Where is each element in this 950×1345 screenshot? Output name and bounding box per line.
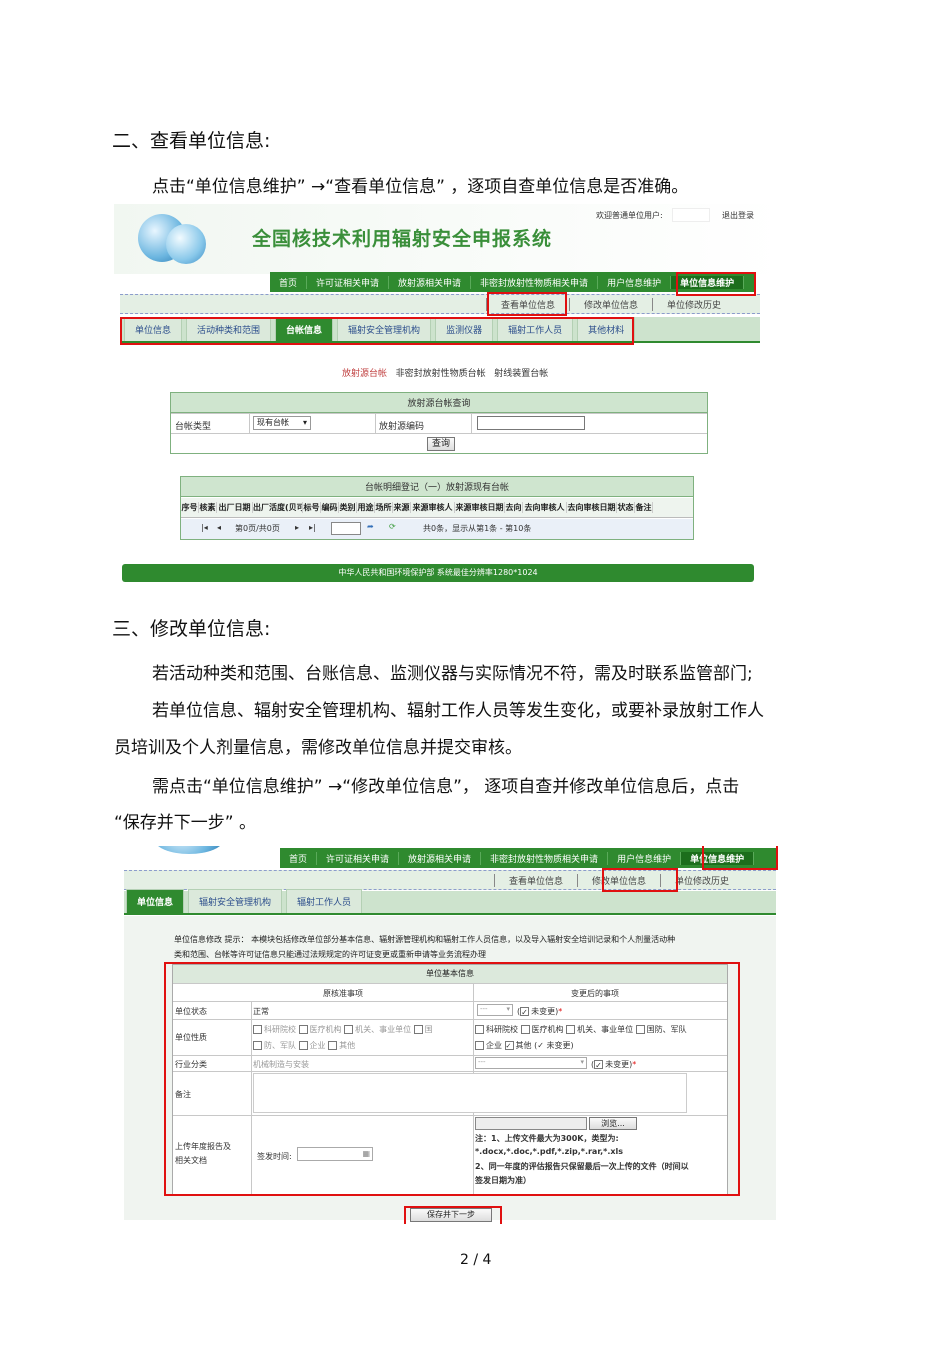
system-header: 全国核技术利用辐射安全申报系统 欢迎普通单位用户: 退出登录 xyxy=(114,204,782,274)
column-header: 序号 xyxy=(181,502,199,513)
sub-nav: 查看单位信息 修改单位信息 单位修改历史 xyxy=(124,870,776,890)
tab-staff[interactable]: 辐射工作人员 xyxy=(286,889,363,913)
nav-license[interactable]: 许可证相关申请 xyxy=(317,851,400,865)
subnav-history[interactable]: 单位修改历史 xyxy=(652,297,735,311)
refresh-icon[interactable]: ⟳ xyxy=(389,522,396,531)
link-device-ledger[interactable]: 射线装置台帐 xyxy=(494,369,548,379)
ledger-type-select[interactable]: 现有台帐 ▾ xyxy=(253,416,311,430)
screenshot-edit-unit-info: 首页 许可证相关申请 放射源相关申请 非密封放射性物质相关申请 用户信息维护 单… xyxy=(114,846,782,1224)
paragraph-edit-3b: “保存并下一步” 。 xyxy=(114,813,257,833)
column-header: 去向审核日期 xyxy=(567,502,617,513)
column-header: 类别 xyxy=(339,502,357,513)
column-header: 状态 xyxy=(617,502,635,513)
column-header: 场所 xyxy=(375,502,393,513)
subnav-edit-unit[interactable]: 修改单位信息 xyxy=(569,297,652,311)
highlight-tabs xyxy=(120,317,634,345)
highlight-save-button xyxy=(404,1206,502,1224)
nav-source[interactable]: 放射源相关申请 xyxy=(389,275,472,289)
welcome-text: 欢迎普通单位用户: xyxy=(596,211,663,220)
go-icon[interactable]: ➦ xyxy=(367,522,374,531)
column-header: 来源 xyxy=(393,502,411,513)
column-header: 标号 xyxy=(303,502,321,513)
paragraph-edit-2b: 员培训及个人剂量信息，需修改单位信息并提交审核。 xyxy=(114,738,522,758)
column-header: 编码 xyxy=(321,502,339,513)
column-header: 核素 xyxy=(199,502,217,513)
nav-unsealed[interactable]: 非密封放射性物质相关申请 xyxy=(481,851,609,865)
link-unsealed-ledger[interactable]: 非密封放射性物质台帐 xyxy=(396,369,486,379)
next-page-icon[interactable]: ▸ xyxy=(295,523,299,532)
ledger-type-value: 现有台帐 xyxy=(257,418,289,427)
link-source-ledger[interactable]: 放射源台帐 xyxy=(342,369,387,379)
logo-globe-icon xyxy=(132,206,216,268)
paragraph-view-instruction: 点击“单位信息维护” →“查看单位信息” ，逐项自查单位信息是否准确。 xyxy=(152,177,689,197)
edit-note-line2: 类和范围、台帐等许可证信息只能通过法规规定的许可证变更或重新申请等业务流程办理 xyxy=(174,950,486,959)
prev-page-icon[interactable]: ◂ xyxy=(217,523,221,532)
ledger-detail-panel: 台帐明细登记（一）放射源现有台帐 序号 核素 出厂日期 出厂活度(贝可) 标号 编码 类别用… xyxy=(180,476,694,540)
nav-source[interactable]: 放射源相关申请 xyxy=(399,851,482,865)
pager-text: 第0页/共0页 xyxy=(235,524,280,533)
tab-safety-org[interactable]: 辐射安全管理机构 xyxy=(188,889,283,913)
column-header: 去向审核人 xyxy=(523,502,567,513)
column-header: 来源审核日期 xyxy=(455,502,505,513)
tab-unit-info[interactable]: 单位信息 xyxy=(126,889,185,913)
source-code-label: 放射源编码 xyxy=(379,422,425,432)
section-heading-view: 二、查看单位信息: xyxy=(112,130,271,152)
ledger-links: 放射源台帐 非密封放射性物质台帐 射线装置台帐 xyxy=(342,366,548,379)
section-heading-edit: 三、修改单位信息: xyxy=(112,618,271,640)
highlight-nav-unit-info xyxy=(676,272,756,296)
screenshot-view-unit-info: 全国核技术利用辐射安全申报系统 欢迎普通单位用户: 退出登录 首页 许可证相关申… xyxy=(114,204,782,593)
query-title: 放射源台帐查询 xyxy=(171,393,707,413)
logo-globe-icon xyxy=(154,846,224,854)
pager-info: 共0条，显示从第1条 - 第10条 xyxy=(423,524,532,533)
nav-unsealed[interactable]: 非密封放射性物质相关申请 xyxy=(471,275,599,289)
info-tabs: 单位信息 辐射安全管理机构 辐射工作人员 xyxy=(124,889,776,915)
column-header: 备注 xyxy=(635,502,653,513)
ledger-type-label: 台帐类型 xyxy=(175,422,212,432)
chevron-down-icon: ▾ xyxy=(302,418,307,427)
nav-user-info[interactable]: 用户信息维护 xyxy=(608,851,682,865)
highlight-edit-unit xyxy=(602,868,678,892)
pager-bar: |◂ ◂ 第0页/共0页 ▸ ▸| ➦ ⟳ 共0条，显示从第1条 - 第10条 xyxy=(181,519,693,539)
page-input[interactable] xyxy=(331,522,361,535)
ledger-columns: 序号 核素 出厂日期 出厂活度(贝可) 标号 编码 类别 用途 场所 来源 来源审核人 来源审核日期去… xyxy=(181,498,693,518)
query-panel: 放射源台帐查询 台帐类型 现有台帐 ▾ 放射源编码 查询 xyxy=(170,392,708,454)
paragraph-edit-1: 若活动种类和范围、台账信息、监测仪器与实际情况不符，需及时联系监管部门; xyxy=(152,664,753,684)
system-title: 全国核技术利用辐射安全申报系统 xyxy=(252,228,553,250)
nav-home[interactable]: 首页 xyxy=(280,851,318,865)
column-header: 出厂日期 xyxy=(217,502,253,513)
column-header: 出厂活度(贝可) xyxy=(253,502,303,513)
subnav-view-unit[interactable]: 查看单位信息 xyxy=(494,873,577,887)
highlight-form xyxy=(164,962,740,1196)
column-header: 用途 xyxy=(357,502,375,513)
query-button[interactable]: 查询 xyxy=(427,437,455,451)
logout-link[interactable]: 退出登录 xyxy=(722,210,754,221)
nav-user-info[interactable]: 用户信息维护 xyxy=(598,275,672,289)
nav-home[interactable]: 首页 xyxy=(270,275,308,289)
first-page-icon[interactable]: |◂ xyxy=(201,523,208,532)
last-page-icon[interactable]: ▸| xyxy=(309,523,316,532)
username-field xyxy=(672,208,710,222)
page-number: 2 / 4 xyxy=(460,1252,492,1268)
highlight-view-unit xyxy=(487,292,567,316)
column-header: 来源审核人 xyxy=(411,502,455,513)
paragraph-edit-3a: 需点击“单位信息维护” →“修改单位信息”， 逐项自查并修改单位信息后，点击 xyxy=(152,777,740,797)
paragraph-edit-2a: 若单位信息、辐射安全管理机构、辐射工作人员等发生变化，或要补录放射工作人 xyxy=(152,701,764,721)
highlight-nav-unit-info xyxy=(702,846,778,870)
nav-license[interactable]: 许可证相关申请 xyxy=(307,275,390,289)
source-code-input[interactable] xyxy=(477,416,585,430)
detail-title: 台帐明细登记（一）放射源现有台帐 xyxy=(181,477,693,497)
system-footer: 中华人民共和国环境保护部 系统最佳分辨率1280*1024 xyxy=(122,564,754,582)
sub-nav: 查看单位信息 修改单位信息 单位修改历史 xyxy=(120,294,760,314)
column-header: 去向 xyxy=(505,502,523,513)
edit-note-line1: 单位信息修改 提示： 本模块包括修改单位部分基本信息、辐射源管理机构和辐射工作人… xyxy=(174,935,676,944)
